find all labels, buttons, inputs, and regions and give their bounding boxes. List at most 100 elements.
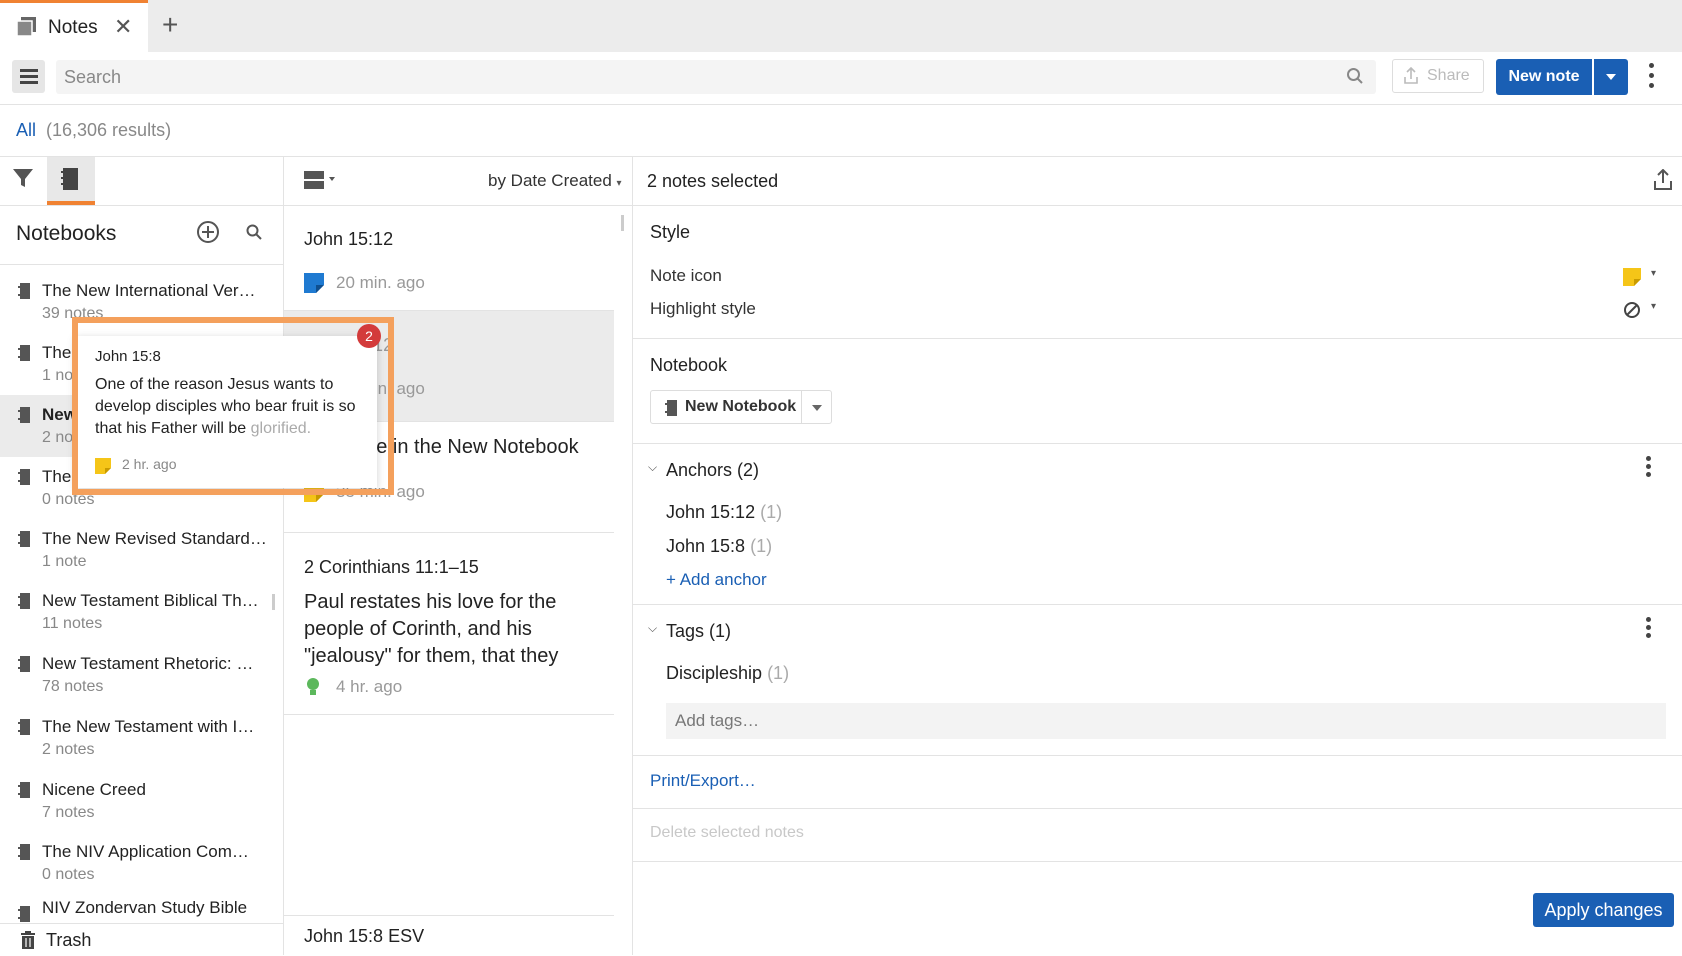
- highlight-style-picker[interactable]: ▾: [1623, 299, 1663, 321]
- notebook-icon: [18, 656, 30, 672]
- search-placeholder: Search: [64, 67, 122, 87]
- selected-count: 2 notes selected: [647, 171, 779, 191]
- trash-item[interactable]: Trash: [0, 923, 283, 956]
- add-notebook-icon[interactable]: [196, 220, 220, 244]
- notebook-item[interactable]: The New Testament with I… 2 notes: [0, 707, 280, 769]
- share-label: Share: [1427, 67, 1470, 84]
- chevron-down-icon[interactable]: ⌵: [648, 621, 657, 636]
- note-yellow-icon: [1623, 268, 1641, 286]
- notebooks-panel: Notebooks The New International Ver… 39 …: [0, 157, 284, 956]
- notebook-select[interactable]: New Notebook: [650, 390, 832, 424]
- caret-down-icon: ▾: [616, 178, 622, 189]
- notebook-item[interactable]: New Testament Rhetoric: … 78 notes: [0, 644, 280, 706]
- add-tags-input[interactable]: Add tags…: [666, 703, 1666, 739]
- view-mode-icon[interactable]: [304, 169, 338, 191]
- lightbulb-icon: [307, 678, 319, 695]
- search-icon[interactable]: [1346, 67, 1364, 85]
- filter-all-link[interactable]: All: [16, 120, 36, 141]
- note-title: John 15:8 ESV: [304, 926, 425, 946]
- selection-header: 2 notes selected: [633, 157, 1682, 206]
- notebook-name: The NIV Application Com…: [42, 842, 249, 861]
- anchors-more-icon[interactable]: [1645, 456, 1653, 480]
- toolbar: Search Share New note: [0, 52, 1682, 105]
- style-heading: Style: [650, 222, 691, 242]
- tag-count: (1): [767, 663, 790, 683]
- sort-dropdown[interactable]: by Date Created ▾: [488, 171, 622, 191]
- close-tab-icon[interactable]: ✕: [114, 14, 132, 40]
- more-options-icon[interactable]: [1648, 63, 1656, 91]
- notebook-name: The New Testament with I…: [42, 717, 255, 736]
- note-time: 20 min. ago: [336, 273, 425, 292]
- anchor-item[interactable]: John 15:12 (1): [666, 502, 782, 523]
- style-section: Style Note icon ▾ Highlight style ▾: [633, 206, 1682, 339]
- notebook-icon: [18, 844, 30, 860]
- scrollbar[interactable]: [621, 215, 624, 231]
- note-title: 2 Corinthians 11:1–15: [304, 557, 479, 577]
- search-notebooks-icon[interactable]: [246, 224, 262, 240]
- add-tags-placeholder: Add tags…: [675, 711, 760, 730]
- notes-list-panel: by Date Created ▾ John 15:12 20 min. ago…: [284, 157, 633, 955]
- trash-label: Trash: [46, 930, 92, 950]
- notebook-icon: [18, 531, 30, 547]
- notebook-icon: [18, 407, 30, 423]
- notebook-count: 0 notes: [42, 866, 95, 883]
- notebook-select-value: New Notebook: [685, 398, 797, 415]
- note-card[interactable]: 2 Corinthians 11:1–15 Paul restates his …: [284, 533, 614, 715]
- share-button[interactable]: Share: [1392, 59, 1484, 93]
- anchors-heading[interactable]: Anchors (2): [666, 460, 759, 481]
- add-anchor-link[interactable]: + Add anchor: [666, 570, 767, 590]
- notebook-name: NIV Zondervan Study Bible: [42, 898, 248, 917]
- share-icon: [1404, 67, 1418, 84]
- notebook-icon: [18, 719, 30, 735]
- search-input[interactable]: Search: [56, 60, 1376, 94]
- notebook-name: New Testament Rhetoric: …: [42, 654, 254, 673]
- new-tab-icon[interactable]: +: [162, 9, 178, 41]
- note-body: Paul restates his love for the people of…: [304, 591, 559, 667]
- notebook-count: 1 note: [42, 553, 87, 570]
- notebook-section: Notebook New Notebook: [633, 339, 1682, 444]
- anchor-item[interactable]: John 15:8 (1): [666, 536, 772, 557]
- hamburger-menu-icon[interactable]: [12, 60, 45, 93]
- apply-changes-button[interactable]: Apply changes: [1533, 893, 1674, 927]
- notebook-dropdown-button[interactable]: [801, 391, 832, 423]
- filter-icon[interactable]: [12, 167, 34, 189]
- notebooks-heading: Notebooks: [16, 222, 117, 245]
- notebook-item[interactable]: The NIV Application Com… 0 notes: [0, 832, 280, 894]
- notebooks-tab[interactable]: [47, 157, 95, 205]
- note-card[interactable]: John 15:8 ESV: [284, 915, 614, 956]
- tags-heading[interactable]: Tags (1): [666, 621, 731, 642]
- notebook-icon: [61, 168, 78, 190]
- results-count: (16,306 results): [46, 120, 172, 140]
- tags-more-icon[interactable]: [1645, 617, 1653, 641]
- trash-icon: [21, 931, 35, 949]
- notebook-name: The New Revised Standard…: [42, 529, 267, 548]
- notebook-item[interactable]: Nicene Creed 7 notes: [0, 770, 280, 832]
- anchor-count: (1): [760, 502, 783, 522]
- chevron-down-icon[interactable]: ⌵: [648, 460, 657, 475]
- notebook-item[interactable]: NIV Zondervan Study Bible: [0, 894, 280, 924]
- notebook-count: 2 notes: [42, 741, 95, 758]
- print-export-section: Print/Export…: [633, 756, 1682, 809]
- notebook-item[interactable]: The New Revised Standard… 1 note: [0, 519, 280, 581]
- caret-down-icon: ▾: [1651, 268, 1657, 279]
- anchor-name: John 15:12: [666, 502, 756, 522]
- tab-title: Notes: [48, 17, 98, 38]
- notebook-item[interactable]: New Testament Biblical Th… 11 notes: [0, 581, 280, 643]
- no-style-icon: [1624, 302, 1640, 318]
- scrollbar[interactable]: [272, 594, 275, 610]
- note-blue-icon: [304, 273, 324, 293]
- note-card[interactable]: John 15:12 20 min. ago: [284, 205, 614, 311]
- export-icon[interactable]: [1653, 169, 1673, 191]
- notebook-name: New Testament Biblical Th…: [42, 591, 259, 610]
- delete-selected-link[interactable]: Delete selected notes: [650, 824, 804, 842]
- note-time: 4 hr. ago: [336, 677, 403, 696]
- note-icon-picker[interactable]: ▾: [1623, 266, 1663, 288]
- tab-notes[interactable]: Notes ✕: [0, 0, 148, 52]
- tag-item[interactable]: Discipleship (1): [666, 663, 789, 684]
- print-export-link[interactable]: Print/Export…: [650, 771, 756, 791]
- notebook-icon: [18, 782, 30, 798]
- anchor-name: John 15:8: [666, 536, 746, 556]
- new-note-dropdown-button[interactable]: [1594, 59, 1628, 95]
- notebook-icon: [18, 906, 30, 922]
- new-note-button[interactable]: New note: [1496, 59, 1592, 95]
